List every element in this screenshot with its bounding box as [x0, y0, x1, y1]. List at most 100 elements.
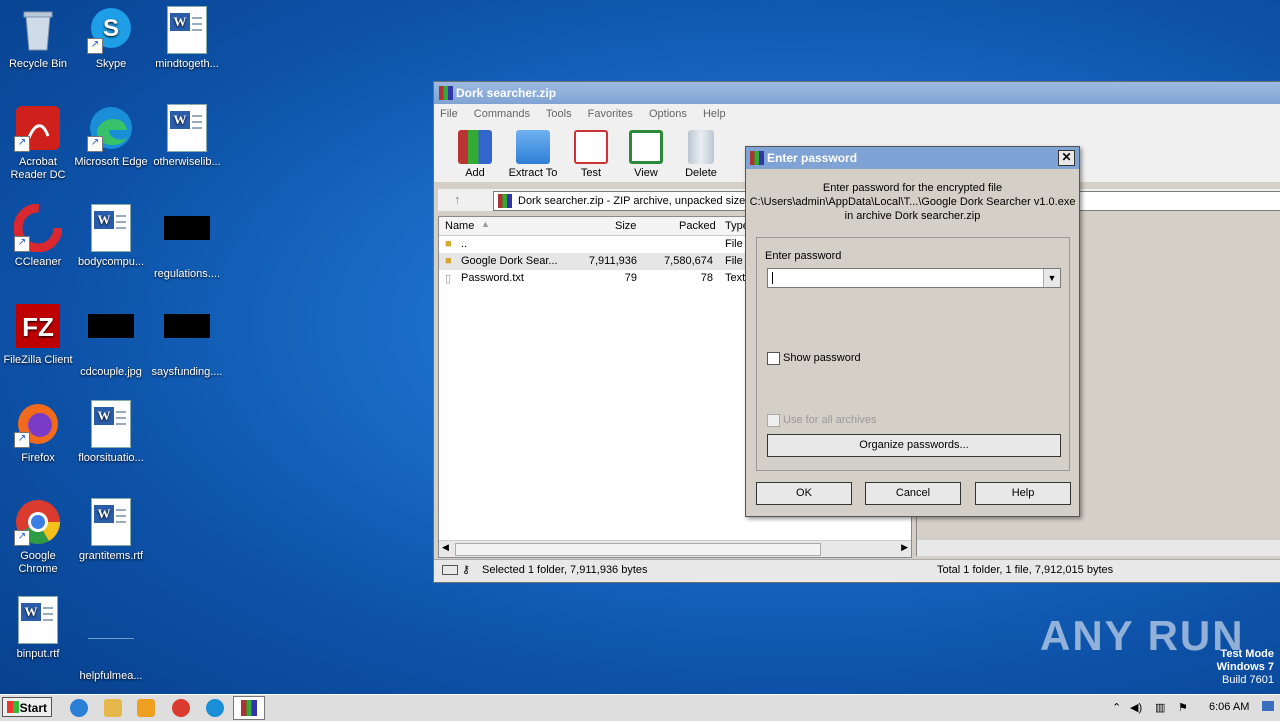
- network-icon[interactable]: ▥: [1155, 701, 1165, 714]
- status-right: Total 1 folder, 1 file, 7,912,015 bytes: [937, 564, 1114, 576]
- info-line-2: C:\Users\admin\AppData\Local\T...\Google…: [749, 196, 1076, 208]
- menu-favorites[interactable]: Favorites: [588, 108, 633, 120]
- password-label: Enter password: [765, 250, 842, 262]
- folder-up-icon: ■: [445, 238, 452, 250]
- ie-icon[interactable]: [70, 699, 88, 717]
- desktop-icon-grantitems[interactable]: W grantitems.rtf: [73, 498, 149, 563]
- test-label: Test: [580, 167, 602, 179]
- desktop-icon-recycle-bin[interactable]: Recycle Bin: [0, 6, 76, 71]
- archive-icon: [498, 194, 512, 208]
- add-button[interactable]: Add: [447, 130, 503, 179]
- desktop-icon-firefox[interactable]: ↗ Firefox: [0, 400, 76, 465]
- menu-file[interactable]: File: [440, 108, 458, 120]
- flag-icon[interactable]: ⚑: [1178, 701, 1188, 714]
- image-thumbnail-icon: [163, 314, 211, 362]
- info-pane-scrollbar[interactable]: [917, 539, 1280, 556]
- test-mode-line3: Build 7601: [1222, 674, 1274, 686]
- desktop-icon-saysfunding[interactable]: saysfunding....: [149, 302, 225, 379]
- desktop-icon-chrome[interactable]: ↗ Google Chrome: [0, 498, 76, 576]
- delete-label: Delete: [685, 167, 717, 179]
- password-input[interactable]: ▼: [767, 268, 1061, 288]
- delete-button[interactable]: Delete: [673, 130, 729, 179]
- menu-options[interactable]: Options: [649, 108, 687, 120]
- menu-help[interactable]: Help: [703, 108, 726, 120]
- text-cursor: [772, 272, 773, 284]
- explorer-folder-icon[interactable]: [104, 699, 122, 717]
- chrome-icon: ↗: [14, 498, 62, 546]
- address-text: Dork searcher.zip - ZIP archive, unpacke…: [518, 195, 755, 207]
- trash-icon: [688, 130, 714, 164]
- file-name: Password.txt: [461, 272, 524, 284]
- dialog-titlebar[interactable]: Enter password ✕: [746, 147, 1079, 169]
- word-document-icon: W: [163, 104, 211, 152]
- word-document-icon: W: [87, 400, 135, 448]
- svg-text:S: S: [103, 15, 119, 42]
- use-for-all-checkbox[interactable]: [767, 414, 780, 427]
- menu-tools[interactable]: Tools: [546, 108, 572, 120]
- add-label: Add: [465, 167, 485, 179]
- clock[interactable]: 6:06 AM: [1209, 701, 1249, 713]
- word-document-icon: W: [14, 596, 62, 644]
- cancel-button[interactable]: Cancel: [865, 482, 961, 505]
- desktop-icon-mindtogeth[interactable]: W mindtogeth...: [149, 6, 225, 71]
- desktop-icon-otherwiselib[interactable]: W otherwiselib...: [149, 104, 225, 169]
- column-size[interactable]: Size: [615, 220, 636, 232]
- folder-icon: ■: [445, 255, 452, 267]
- show-desktop-icon[interactable]: [1262, 701, 1274, 711]
- show-password-label[interactable]: Show password: [783, 352, 861, 364]
- firefox-icon: ↗: [14, 400, 62, 448]
- volume-icon[interactable]: ◀): [1130, 701, 1142, 714]
- edge-icon: ↗: [87, 104, 135, 152]
- desktop-icon-floorsituatio[interactable]: W floorsituatio...: [73, 400, 149, 465]
- tray-expand-icon[interactable]: ⌃: [1112, 701, 1121, 714]
- add-archive-icon: [458, 130, 492, 164]
- file-type: Text: [725, 272, 746, 284]
- help-button[interactable]: Help: [975, 482, 1071, 505]
- scrollbar-thumb[interactable]: [455, 543, 821, 556]
- start-button[interactable]: Start: [2, 697, 52, 717]
- extract-to-button[interactable]: Extract To: [505, 130, 561, 179]
- desktop-icon-skype[interactable]: S ↗ Skype: [73, 6, 149, 71]
- scroll-right-icon[interactable]: ▶: [901, 542, 908, 553]
- status-left: Selected 1 folder, 7,911,936 bytes: [482, 564, 648, 576]
- chrome-taskbar-icon[interactable]: [172, 699, 190, 717]
- window-titlebar[interactable]: Dork searcher.zip: [434, 82, 1280, 104]
- menu-commands[interactable]: Commands: [474, 108, 530, 120]
- key-icon: ⚷: [462, 564, 471, 576]
- recycle-bin-icon: [14, 6, 62, 54]
- desktop-icon-ccleaner[interactable]: ↗ CCleaner: [0, 203, 76, 269]
- desktop-icon-helpfulmea[interactable]: helpfulmea...: [73, 596, 149, 683]
- window-title: Dork searcher.zip: [456, 86, 557, 100]
- desktop-icon-filezilla[interactable]: FZ FileZilla Client: [0, 302, 76, 367]
- desktop-icon-regulations[interactable]: regulations....: [149, 204, 225, 281]
- column-packed[interactable]: Packed: [679, 220, 716, 232]
- desktop-icon-binput[interactable]: W binput.rtf: [0, 596, 76, 661]
- ok-button[interactable]: OK: [756, 482, 852, 505]
- word-document-icon: W: [163, 6, 211, 54]
- image-thumbnail-icon: [87, 314, 135, 362]
- test-mode-line1: Test Mode: [1220, 648, 1274, 660]
- book-icon: [629, 130, 663, 164]
- taskbar: Start ⌃ ◀) ▥ ⚑ 6:06 AM: [0, 694, 1280, 721]
- close-icon[interactable]: ✕: [1058, 150, 1075, 166]
- edge-taskbar-icon[interactable]: [206, 699, 224, 717]
- ccleaner-icon: ↗: [13, 203, 63, 253]
- view-button[interactable]: View: [618, 130, 674, 179]
- show-password-checkbox[interactable]: [767, 352, 780, 365]
- test-button[interactable]: Test: [563, 130, 619, 179]
- winrar-taskbar-button[interactable]: [233, 696, 265, 720]
- sort-asc-icon: ▲: [481, 219, 490, 229]
- desktop-icon-edge[interactable]: ↗ Microsoft Edge: [73, 104, 149, 169]
- desktop-icon-bodycompu[interactable]: W bodycompu...: [73, 204, 149, 269]
- up-arrow-icon[interactable]: ↑: [454, 192, 461, 207]
- media-player-icon[interactable]: [137, 699, 155, 717]
- desktop-icon-cdcouple[interactable]: cdcouple.jpg: [73, 302, 149, 379]
- chevron-down-icon[interactable]: ▼: [1043, 269, 1060, 287]
- horizontal-scrollbar[interactable]: ◀ ▶: [439, 540, 911, 557]
- column-name[interactable]: Name: [445, 220, 474, 232]
- image-thumbnail-icon: [163, 216, 211, 264]
- desktop-icon-acrobat[interactable]: ↗ Acrobat Reader DC: [0, 104, 76, 182]
- scroll-left-icon[interactable]: ◀: [442, 542, 449, 553]
- organize-passwords-button[interactable]: Organize passwords...: [767, 434, 1061, 457]
- password-group: Enter password ▼ Show password Use for a…: [756, 237, 1070, 471]
